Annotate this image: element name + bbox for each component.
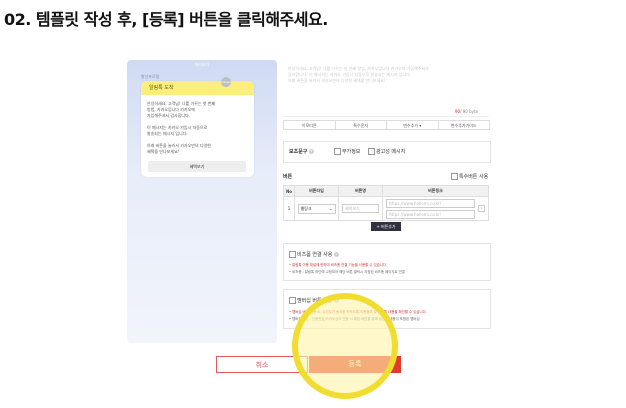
alimtalk-bubble: 알림톡 도착 안녕하세요, 고객님! 나를 가꾸는 첫 번째 방법, 카카오입니… (141, 81, 254, 177)
special-button-label: 특수버튼 사용 (459, 174, 489, 180)
message-preview-panel: 미리보기 발신프로필 알림톡 도착 안녕하세요, 고객님! 나를 가꾸는 첫 번… (127, 60, 277, 343)
add-variable-label: 변수추가 (403, 123, 418, 128)
add-button-button[interactable]: + 버튼추가 (371, 222, 401, 231)
bubble-header: 알림톡 도착 (141, 81, 254, 95)
row-number: 1 (283, 196, 295, 221)
bizform-label: 비즈폼 연결 사용 ? (297, 251, 339, 258)
button-link-mobile-input[interactable]: https://www.hallomi.co.kr/ (386, 198, 475, 208)
byte-limit: / 90 byte (460, 109, 479, 114)
bubble-paragraph: 아래 버튼을 눌러서 카카오만의 다양한 혜택을 만나보세요! (147, 143, 211, 154)
variable-guide-button[interactable]: 변수추가가이드 (437, 120, 490, 130)
button-type-value: 웹링크 (300, 205, 312, 211)
preview-sender-name: 발신프로필 (141, 74, 160, 79)
button-link-pc-input[interactable]: https://www.hallomi.co.kr/ (386, 209, 475, 219)
column-header: 버튼타입 (294, 185, 339, 197)
help-icon[interactable]: ? (309, 149, 315, 154)
bubble-paragraph: 안녕하세요, 고객님! 나를 가꾸는 첫 번째 방법, 카카오입니다 카카오에 … (147, 101, 216, 118)
delete-row-icon[interactable]: × (478, 205, 485, 212)
button-link-cell: https://www.hallomi.co.kr/ https://www.h… (382, 196, 489, 221)
template-body-text: 안녕하세요, 고객님! 나를 가꾸는 첫 번째 방법, 카카오입니다 카카오에 … (288, 66, 429, 83)
column-header: 버튼명 (338, 185, 383, 197)
byte-counter: 90/ 90 byte (455, 109, 478, 114)
button-type-cell: 웹링크 ⌄ (294, 196, 339, 221)
supplement-label-text: 보조문구 (289, 149, 308, 155)
button-name-cell: 혜택보기 (338, 196, 383, 221)
special-char-button[interactable]: 특수문자 (334, 120, 387, 130)
button-table: No 버튼타입 버튼명 버튼링크 1 웹링크 ⌄ 혜택보기 https://www… (283, 185, 489, 221)
page-heading: 02. 템플릿 작성 후, [등록] 버튼을 클릭해주세요. (4, 10, 328, 29)
additional-info-label: 부가정보 (342, 149, 361, 155)
bizform-note-red: • 알림톡 이용 채널에 한하여 비즈폼 연결 기능을 사용할 수 있습니다. (289, 263, 388, 267)
supplement-section: 보조문구 ? 부가정보 광고성 메시지 (283, 141, 491, 163)
preview-label: 미리보기 (194, 62, 210, 67)
button-name-input[interactable]: 혜택보기 (342, 204, 379, 213)
column-header: 버튼링크 (382, 185, 489, 197)
help-icon[interactable]: ? (333, 252, 339, 257)
highlight-circle (292, 293, 398, 399)
kakao-badge-icon: kakao (221, 77, 231, 87)
buttons-label: 버튼 (283, 174, 293, 180)
supplement-label: 보조문구 ? (289, 148, 315, 155)
membership-checkbox[interactable] (289, 297, 296, 304)
additional-info-checkbox[interactable] (334, 148, 341, 155)
bubble-benefit-button: 혜택보기 (148, 161, 246, 172)
column-header: No (283, 185, 295, 197)
bizform-label-text: 비즈폼 연결 사용 (297, 252, 333, 258)
bizform-section: 비즈폼 연결 사용 ? • 알림톡 이용 채널에 한하여 비즈폼 연결 기능을 … (283, 243, 491, 281)
chevron-down-icon: ▾ (419, 123, 422, 128)
add-variable-select[interactable]: 변수추가 ▾ (386, 120, 439, 130)
special-button-checkbox[interactable] (451, 173, 458, 180)
bizform-checkbox[interactable] (289, 251, 296, 258)
bubble-paragraph: 이 메시지는 카카오 가입시 자동으로 발송되는 메시지 입니다. (147, 125, 208, 136)
chevron-down-icon: ⌄ (329, 205, 333, 211)
ad-message-checkbox[interactable] (368, 148, 375, 155)
emoticon-button[interactable]: 이모티콘 (283, 120, 336, 130)
bizform-note: • 비즈폼 : 알림톡 하단에 고정되어 해당 버튼 클릭시 지정된 비즈폼 페… (289, 270, 405, 274)
button-type-select[interactable]: 웹링크 ⌄ (297, 203, 336, 214)
editor-toolbar: 이모티콘 특수문자 변수추가 ▾ 변수추가가이드 (283, 120, 490, 130)
table-row: 1 웹링크 ⌄ 혜택보기 https://www.hallomi.co.kr/ h… (283, 196, 489, 221)
ad-message-label: 광고성 메시지 (376, 149, 406, 155)
